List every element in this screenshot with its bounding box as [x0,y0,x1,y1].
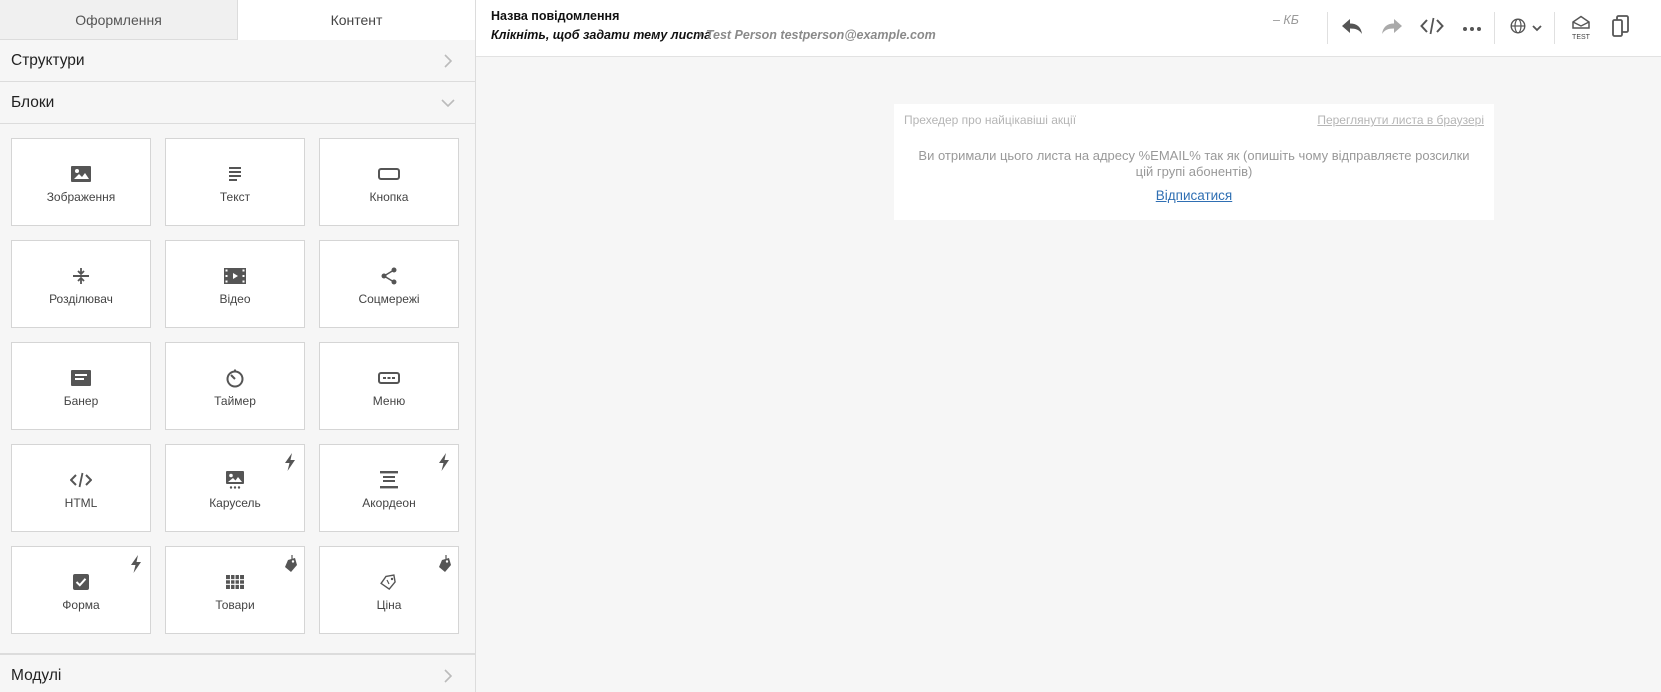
section-structures[interactable]: Структури [0,40,475,82]
block-text[interactable]: Текст [165,138,305,226]
block-social[interactable]: Соцмережі [319,240,459,328]
mobile-preview-button[interactable] [1607,14,1635,42]
block-carousel[interactable]: Карусель [165,444,305,532]
products-icon [224,572,246,592]
block-label: HTML [64,496,98,510]
panel-tabs: Оформлення Контент [0,0,475,40]
editor-topbar: Назва повідомлення Клікніть, щоб задати … [476,0,1661,57]
tab-content[interactable]: Контент [238,0,475,40]
section-blocks[interactable]: Блоки [0,82,475,124]
block-label: Зображення [46,190,116,204]
price-icon [378,572,400,592]
section-modules[interactable]: Модулі [0,654,475,692]
block-products[interactable]: Товари [165,546,305,634]
globe-icon [1510,17,1526,39]
carousel-icon [224,470,246,490]
timer-icon [224,368,246,388]
block-label: Кнопка [369,190,409,204]
code-icon [70,470,92,490]
block-label: Відео [219,292,251,306]
block-menu[interactable]: Меню [319,342,459,430]
message-title[interactable]: Назва повідомлення [491,9,619,23]
block-label: Ціна [376,598,402,612]
block-label: Текст [219,190,251,204]
blocks-grid: Зображення Текст Кнопка Розділювач Відео… [0,124,475,654]
code-icon [1420,17,1444,40]
chevron-right-icon [441,668,455,683]
tag-icon [438,555,451,572]
sender-info: • Test Person testperson@example.com [698,28,936,42]
subject-line[interactable]: Клікніть, щоб задати тему листа [491,28,711,42]
block-label: Карусель [209,496,261,510]
tag-icon [284,555,297,572]
block-banner[interactable]: Банер [11,342,151,430]
toolbar-divider [1327,12,1328,44]
email-canvas[interactable]: Прехедер про найцікавіші акції Перегляну… [894,104,1494,220]
undo-icon [1340,16,1364,41]
envelope-open-icon [1571,15,1591,34]
test-send-button[interactable]: TEST [1567,14,1595,42]
section-modules-label: Модулі [11,666,62,684]
text-icon [224,164,246,184]
block-label: Банер [63,394,99,408]
code-view-button[interactable] [1418,14,1446,42]
block-label: Форма [62,598,100,612]
tab-design[interactable]: Оформлення [0,0,238,40]
mobile-preview-icon [1612,14,1630,42]
preheader-text[interactable]: Прехедер про найцікавіші акції [904,113,1076,127]
chevron-down-icon [441,96,455,110]
toolbar-divider [1494,12,1495,44]
section-structures-label: Структури [11,51,85,69]
editor-area: Назва повідомлення Клікніть, щоб задати … [476,0,1661,692]
block-accordion[interactable]: Акордеон [319,444,459,532]
message-size: – КБ [1273,13,1299,27]
chevron-right-icon [441,53,455,68]
left-panel: Оформлення Контент Структури Блоки Зобра… [0,0,476,692]
menu-icon [378,368,400,388]
video-icon [224,266,246,286]
redo-icon [1380,16,1404,41]
accordion-icon [378,470,400,490]
language-dropdown[interactable] [1506,14,1546,42]
block-label: Таймер [214,394,256,408]
toolbar-divider [1554,12,1555,44]
block-label: Розділювач [49,292,113,306]
more-horizontal-icon [1462,19,1482,37]
button-icon [378,164,400,184]
lightning-icon [284,453,296,471]
chevron-down-icon [1532,19,1542,37]
undo-button[interactable] [1338,14,1366,42]
block-form[interactable]: Форма [11,546,151,634]
block-label: Товари [215,598,255,612]
lightning-icon [438,453,450,471]
test-label: TEST [1572,33,1590,41]
block-video[interactable]: Відео [165,240,305,328]
block-divider[interactable]: Розділювач [11,240,151,328]
image-icon [70,164,92,184]
view-in-browser-link[interactable]: Переглянути листа в браузері [1317,113,1484,127]
block-label: Соцмережі [358,292,420,306]
redo-button[interactable] [1378,14,1406,42]
banner-icon [70,368,92,388]
block-timer[interactable]: Таймер [165,342,305,430]
block-price[interactable]: Ціна [319,546,459,634]
section-blocks-label: Блоки [11,93,55,111]
block-label: Акордеон [362,496,416,510]
divider-icon [70,266,92,286]
subscription-notice[interactable]: Ви отримали цього листа на адресу %EMAIL… [914,148,1474,180]
block-html[interactable]: HTML [11,444,151,532]
unsubscribe-link[interactable]: Відписатися [894,188,1494,203]
more-button[interactable] [1458,14,1486,42]
checkbox-icon [70,572,92,592]
block-button[interactable]: Кнопка [319,138,459,226]
block-label: Меню [372,394,406,408]
lightning-icon [130,555,142,573]
block-image[interactable]: Зображення [11,138,151,226]
share-icon [378,266,400,286]
